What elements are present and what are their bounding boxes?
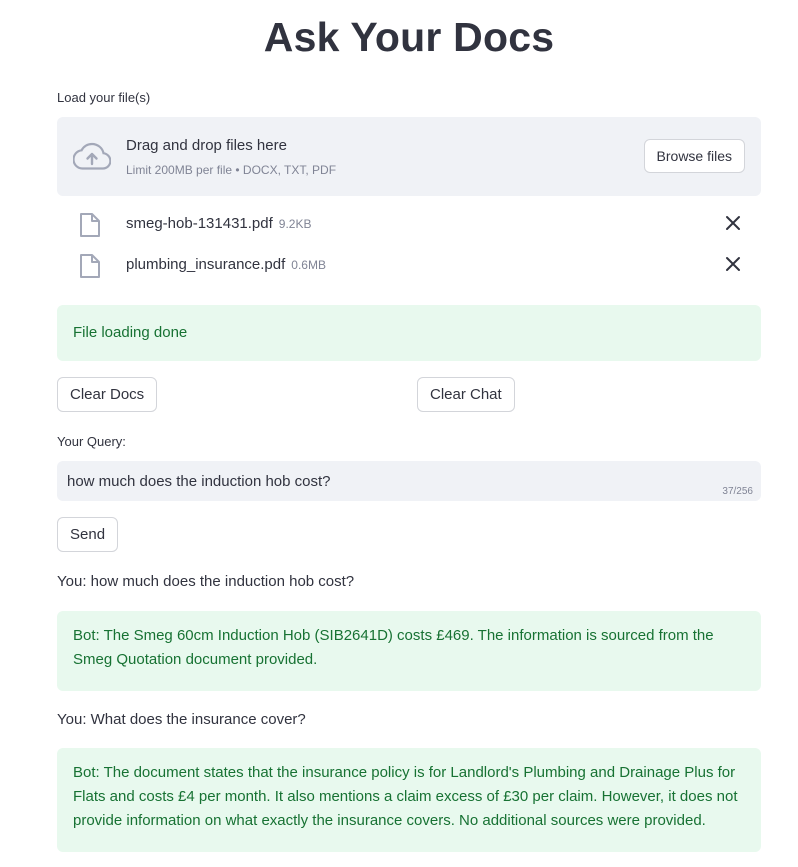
file-name-text: smeg-hob-131431.pdf bbox=[126, 215, 273, 232]
page-title: Ask Your Docs bbox=[263, 14, 555, 60]
uploaded-file-row: plumbing_insurance.pdf 0.6MB bbox=[57, 250, 761, 280]
file-name: smeg-hob-131431.pdf 9.2KB bbox=[126, 215, 311, 232]
file-dropzone[interactable]: Drag and drop files here Limit 200MB per… bbox=[57, 117, 761, 196]
file-icon bbox=[80, 213, 100, 237]
query-input[interactable]: how much does the induction hob cost? 37… bbox=[57, 461, 761, 501]
close-icon[interactable] bbox=[721, 211, 745, 235]
file-size: 0.6MB bbox=[291, 258, 326, 272]
cloud-upload-icon bbox=[73, 142, 111, 170]
close-icon[interactable] bbox=[721, 252, 745, 276]
file-icon bbox=[80, 254, 100, 278]
browse-files-button[interactable]: Browse files bbox=[643, 139, 745, 173]
user-message: You: What does the insurance cover? bbox=[57, 711, 306, 728]
query-input-value: how much does the induction hob cost? bbox=[67, 473, 331, 490]
uploader-label: Load your file(s) bbox=[57, 90, 151, 105]
file-name: plumbing_insurance.pdf 0.6MB bbox=[126, 256, 326, 273]
send-button[interactable]: Send bbox=[57, 517, 119, 552]
character-count: 37/256 bbox=[722, 486, 753, 497]
bot-message: Bot: The document states that the insura… bbox=[57, 748, 761, 852]
success-alert: File loading done bbox=[57, 305, 761, 361]
dropzone-title: Drag and drop files here bbox=[126, 137, 287, 154]
dropzone-limit-text: Limit 200MB per file • DOCX, TXT, PDF bbox=[126, 163, 337, 177]
bot-message: Bot: The Smeg 60cm Induction Hob (SIB264… bbox=[57, 611, 761, 691]
uploaded-file-row: smeg-hob-131431.pdf 9.2KB bbox=[57, 209, 761, 239]
clear-docs-button[interactable]: Clear Docs bbox=[57, 377, 158, 412]
file-name-text: plumbing_insurance.pdf bbox=[126, 256, 286, 273]
user-message: You: how much does the induction hob cos… bbox=[57, 573, 355, 590]
query-label: Your Query: bbox=[57, 434, 126, 449]
clear-chat-button[interactable]: Clear Chat bbox=[417, 377, 515, 412]
file-size: 9.2KB bbox=[278, 217, 312, 231]
